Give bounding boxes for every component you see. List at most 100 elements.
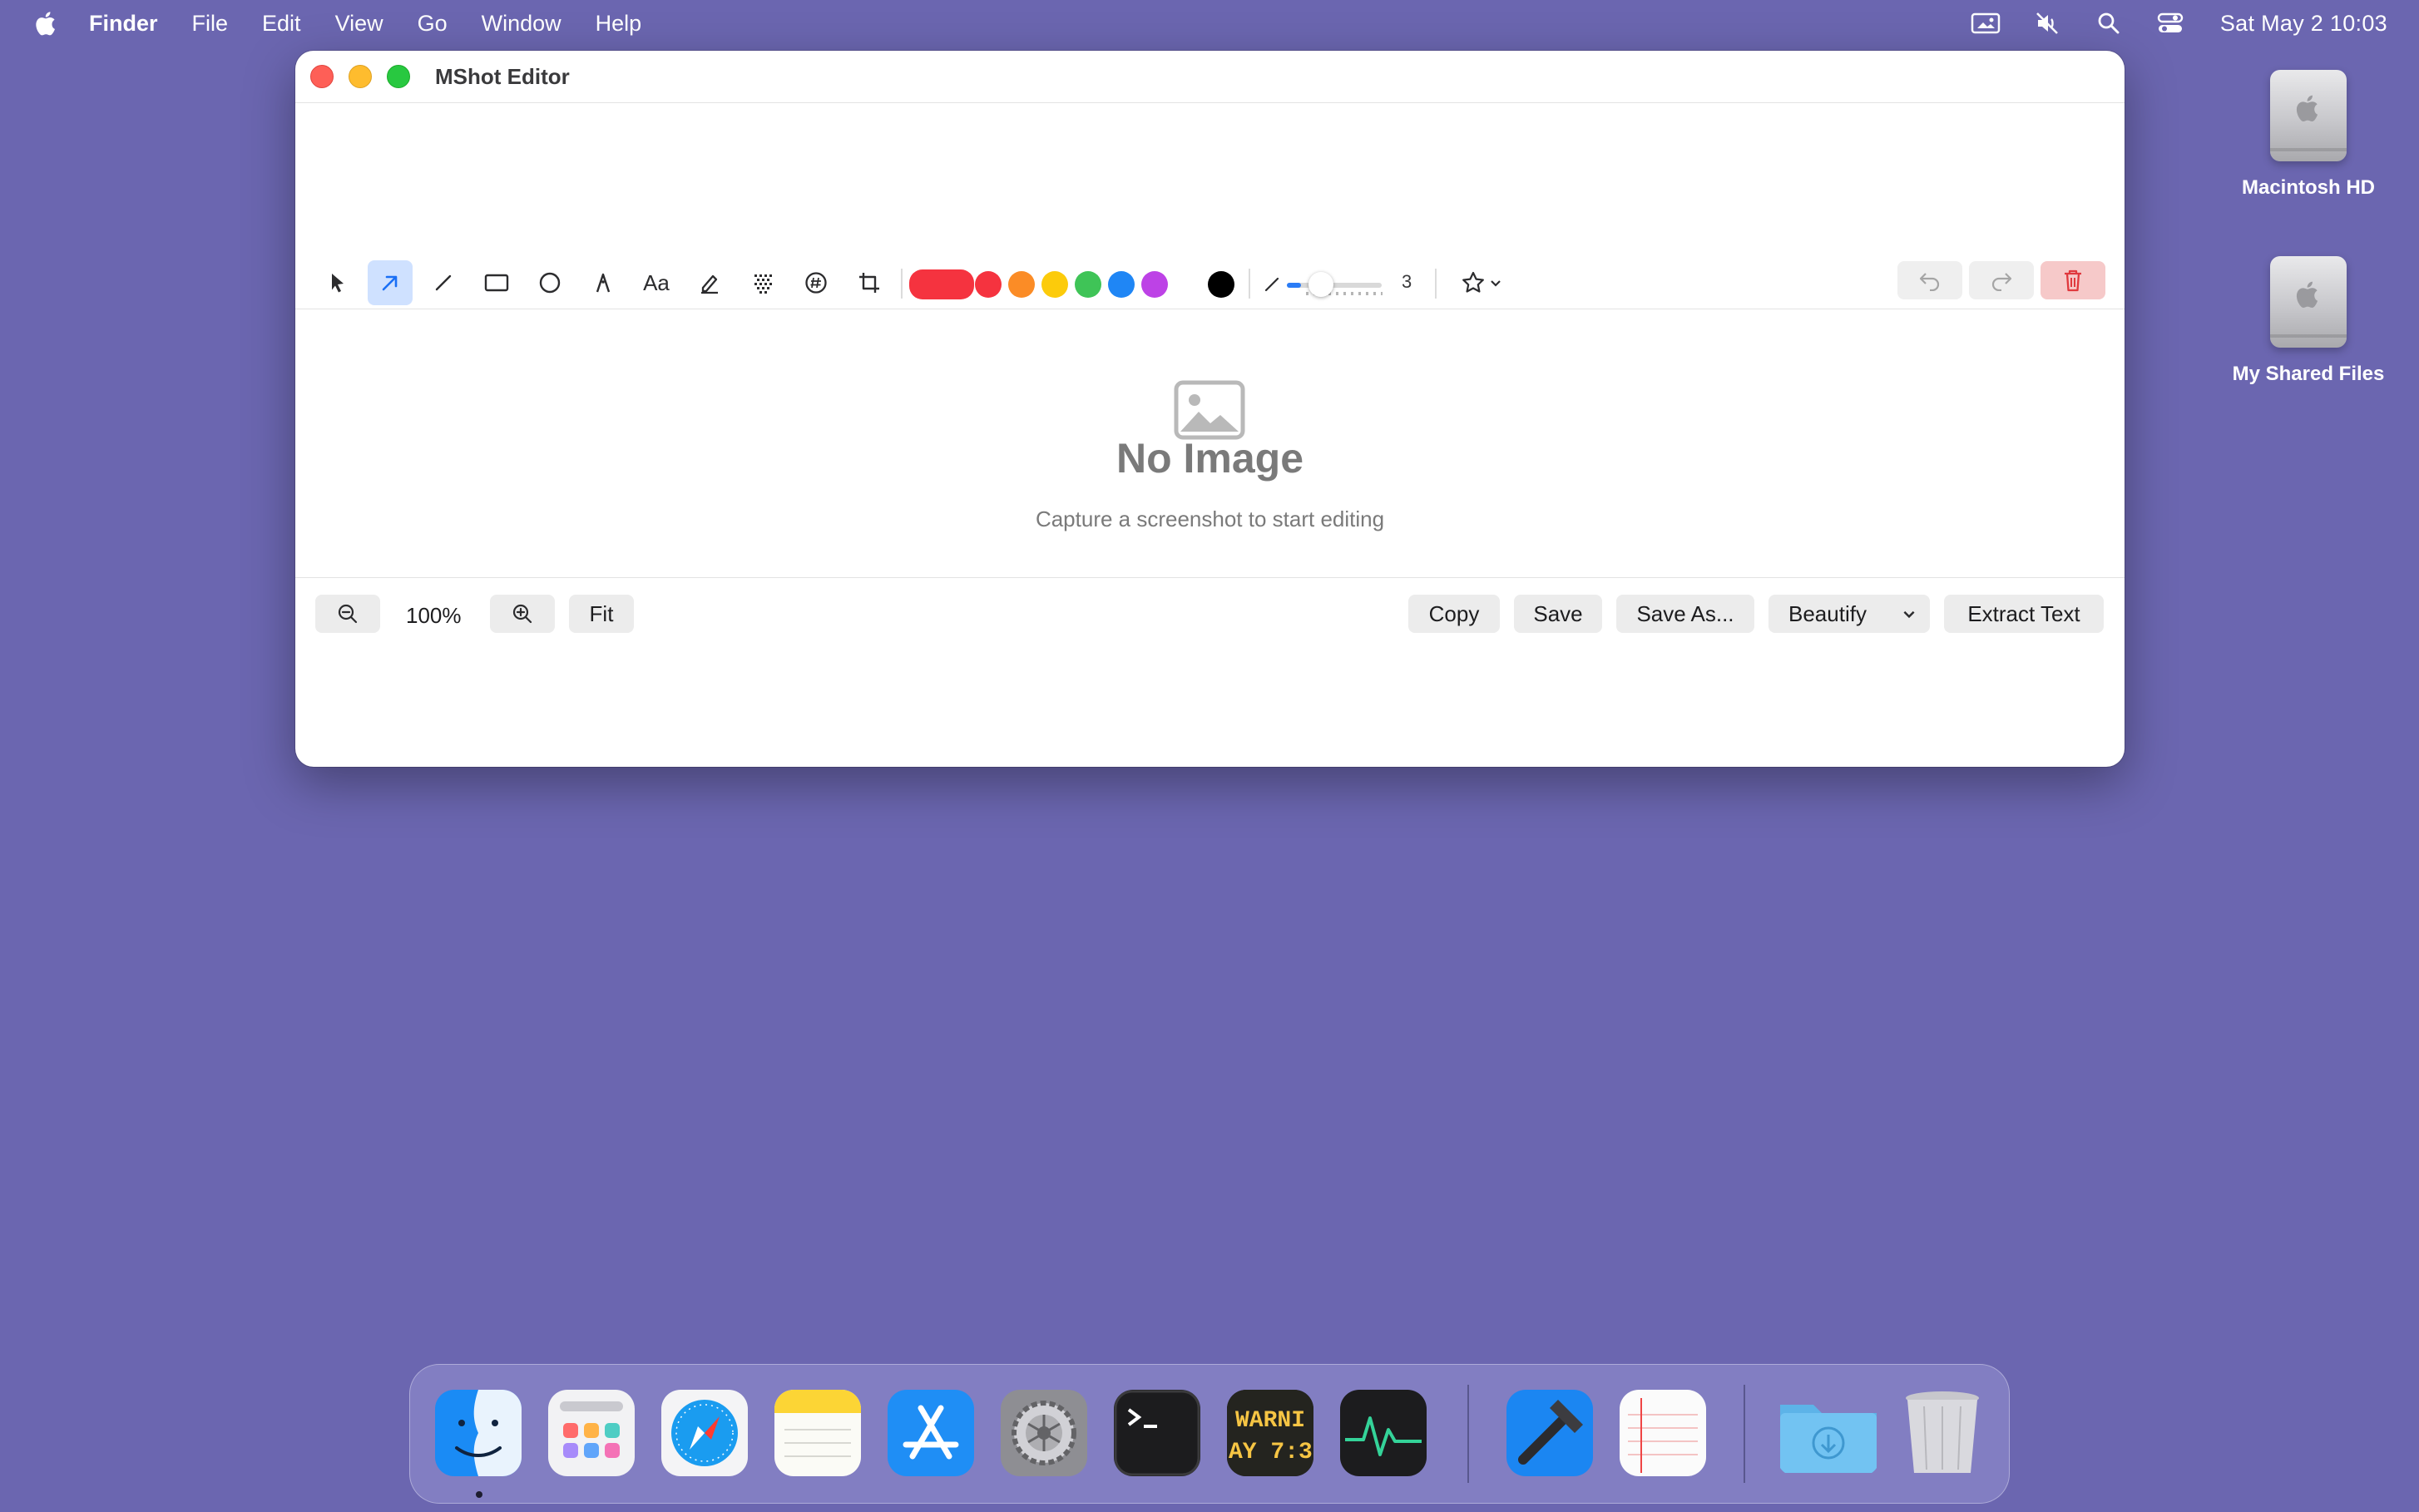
desktop-icon-label: Macintosh HD bbox=[2241, 176, 2375, 199]
menu-file[interactable]: File bbox=[192, 11, 229, 37]
dock-separator bbox=[1467, 1385, 1469, 1483]
editor-bottom-bar: 100% Fit Copy Save Save As... Beautify E… bbox=[295, 578, 2125, 636]
redo-button[interactable] bbox=[1969, 261, 2034, 299]
dock-system-settings-icon[interactable] bbox=[1001, 1390, 1087, 1476]
hard-drive-icon bbox=[2270, 70, 2347, 161]
extract-text-button[interactable]: Extract Text bbox=[1944, 595, 2104, 633]
empty-state-title: No Image bbox=[1116, 435, 1304, 482]
menu-view[interactable]: View bbox=[335, 11, 383, 37]
dock-notes-icon[interactable] bbox=[774, 1390, 861, 1476]
line-icon bbox=[435, 274, 452, 291]
crop-tool-button[interactable] bbox=[847, 260, 892, 305]
dock-safari-icon[interactable] bbox=[661, 1390, 748, 1476]
dock-launchpad-icon[interactable] bbox=[548, 1390, 635, 1476]
text-tool-button[interactable]: Aa bbox=[634, 260, 679, 305]
minimize-window-button[interactable] bbox=[349, 65, 372, 88]
undo-icon bbox=[1919, 273, 1940, 291]
copy-button[interactable]: Copy bbox=[1408, 595, 1500, 633]
desktop-icon-my-shared-files[interactable]: My Shared Files bbox=[2213, 256, 2404, 386]
menu-window[interactable]: Window bbox=[482, 11, 561, 37]
dock-terminal-icon[interactable] bbox=[1114, 1390, 1200, 1476]
menu-app-name[interactable]: Finder bbox=[89, 11, 158, 37]
toolbar-divider bbox=[901, 269, 903, 299]
zoom-level: 100% bbox=[406, 603, 462, 628]
arrow-tool-button[interactable] bbox=[368, 260, 413, 305]
star-icon bbox=[1462, 271, 1484, 293]
ellipse-icon bbox=[539, 272, 561, 294]
color-swatch-selected[interactable] bbox=[909, 269, 974, 299]
select-tool-button[interactable] bbox=[315, 260, 360, 305]
spotlight-search-icon[interactable] bbox=[2092, 10, 2125, 37]
save-as-button[interactable]: Save As... bbox=[1616, 595, 1754, 633]
menu-bar-clock[interactable]: Sat May 2 10:03 bbox=[2220, 11, 2387, 37]
dock-app-store-icon[interactable] bbox=[888, 1390, 974, 1476]
dock-finder-icon[interactable] bbox=[435, 1390, 522, 1476]
annotation-toolbar: Aa 3 bbox=[295, 257, 2125, 309]
zoom-out-icon bbox=[338, 604, 358, 624]
menu-help[interactable]: Help bbox=[596, 11, 642, 37]
menu-edit[interactable]: Edit bbox=[262, 11, 301, 37]
dock-textedit-icon[interactable] bbox=[1620, 1390, 1706, 1476]
console-line-1: WARNI bbox=[1235, 1408, 1305, 1434]
control-center-icon[interactable] bbox=[2154, 10, 2187, 37]
zoom-out-button[interactable] bbox=[315, 595, 380, 633]
dock-console-icon[interactable]: WARNI AY 7:36 bbox=[1227, 1390, 1313, 1476]
counter-icon bbox=[805, 272, 827, 294]
color-swatch-green[interactable] bbox=[1075, 271, 1101, 298]
hard-drive-icon bbox=[2270, 256, 2347, 348]
window-titlebar[interactable]: MShot Editor bbox=[295, 51, 2125, 103]
chevron-down-icon bbox=[1491, 280, 1501, 287]
mosaic-tool-button[interactable] bbox=[740, 260, 785, 305]
editor-canvas[interactable]: No Image Capture a screenshot to start e… bbox=[295, 309, 2125, 578]
toolbar-divider bbox=[1249, 269, 1250, 299]
save-button[interactable]: Save bbox=[1514, 595, 1602, 633]
menu-go[interactable]: Go bbox=[418, 11, 448, 37]
sound-muted-icon[interactable] bbox=[2031, 10, 2064, 37]
text-tool-label: Aa bbox=[643, 269, 670, 295]
trash-icon bbox=[2065, 269, 2081, 292]
apple-menu-icon[interactable] bbox=[33, 8, 60, 38]
console-line-2: AY 7:36 bbox=[1229, 1440, 1313, 1465]
stroke-width-slider-knob[interactable] bbox=[1308, 272, 1334, 297]
color-swatch-yellow[interactable] bbox=[1041, 271, 1068, 298]
stroke-width-slider[interactable] bbox=[1287, 283, 1382, 288]
rectangle-tool-button[interactable] bbox=[474, 260, 519, 305]
ellipse-tool-button[interactable] bbox=[527, 260, 572, 305]
color-swatch-purple[interactable] bbox=[1141, 271, 1168, 298]
pointer-icon bbox=[332, 274, 344, 293]
fit-button[interactable]: Fit bbox=[569, 595, 634, 633]
empty-state-subtitle: Capture a screenshot to start editing bbox=[1035, 506, 1385, 531]
beautify-dropdown-button[interactable]: Beautify bbox=[1768, 595, 1930, 633]
chevron-down-icon bbox=[1903, 610, 1915, 619]
zoom-window-button[interactable] bbox=[387, 65, 410, 88]
color-swatch-orange[interactable] bbox=[1008, 271, 1035, 298]
secondary-color-swatch[interactable] bbox=[1208, 271, 1234, 298]
desktop-icon-macintosh-hd[interactable]: Macintosh HD bbox=[2213, 70, 2404, 200]
mshot-editor-window: MShot Editor Aa 3 No Image Capture a scr… bbox=[295, 51, 2125, 767]
screen-mirroring-icon[interactable] bbox=[1969, 10, 2002, 37]
close-window-button[interactable] bbox=[310, 65, 334, 88]
rectangle-icon bbox=[484, 274, 509, 292]
stroke-width-value: 3 bbox=[1402, 271, 1412, 292]
zoom-in-icon bbox=[512, 604, 532, 624]
dock-activity-monitor-icon[interactable] bbox=[1340, 1390, 1427, 1476]
pen-tool-button[interactable] bbox=[581, 260, 626, 305]
favorites-dropdown-button[interactable] bbox=[1452, 260, 1511, 305]
stroke-width-slider-fill bbox=[1287, 283, 1301, 288]
delete-button[interactable] bbox=[2041, 261, 2105, 299]
color-swatch-blue[interactable] bbox=[1108, 271, 1135, 298]
color-swatch-red[interactable] bbox=[975, 271, 1002, 298]
stroke-width-icon bbox=[1264, 277, 1279, 292]
dock-xcode-icon[interactable] bbox=[1506, 1390, 1593, 1476]
beautify-label: Beautify bbox=[1788, 600, 1867, 626]
highlighter-tool-button[interactable] bbox=[687, 260, 732, 305]
line-tool-button[interactable] bbox=[421, 260, 466, 305]
dock-downloads-folder-icon[interactable] bbox=[1777, 1390, 1880, 1476]
image-icon bbox=[1174, 380, 1245, 440]
pen-icon bbox=[596, 273, 611, 293]
undo-button[interactable] bbox=[1897, 261, 1962, 299]
counter-tool-button[interactable] bbox=[794, 260, 838, 305]
dock-trash-icon[interactable] bbox=[1899, 1390, 1986, 1476]
zoom-in-button[interactable] bbox=[490, 595, 555, 633]
desktop-icon-label: My Shared Files bbox=[2232, 363, 2385, 385]
